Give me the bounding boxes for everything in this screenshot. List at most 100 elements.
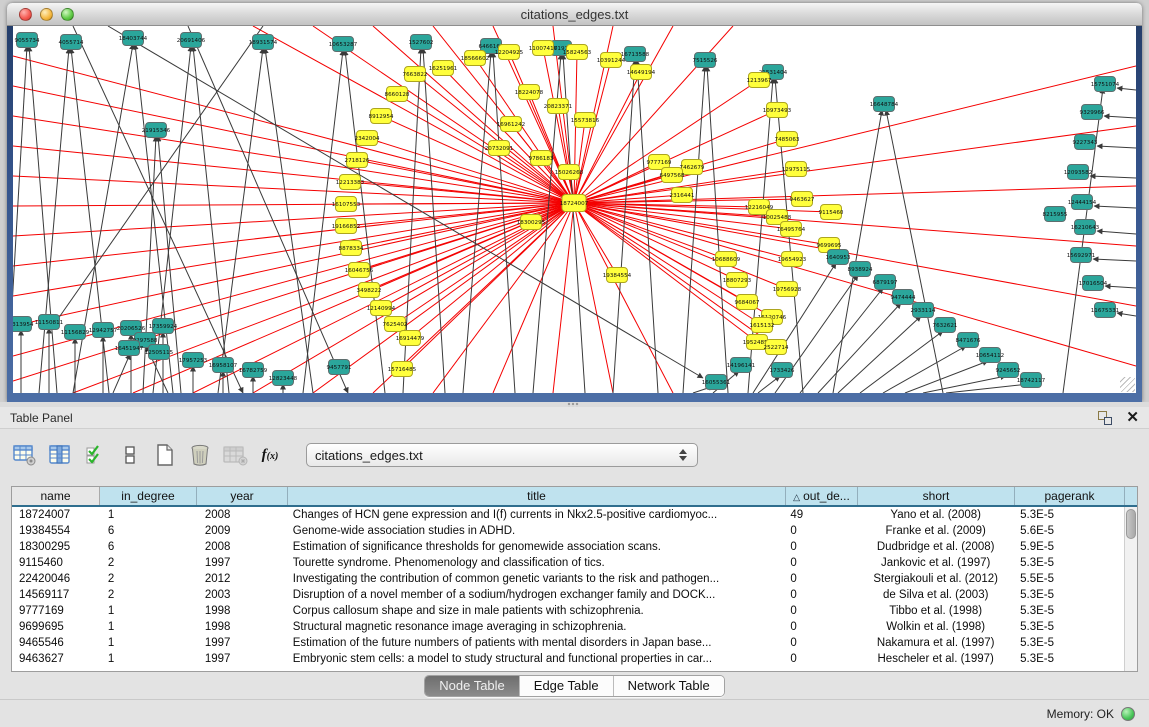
create-column-button[interactable] <box>152 443 178 467</box>
tab-network-table[interactable]: Network Table <box>614 676 724 696</box>
column-header-short[interactable]: short <box>858 487 1015 505</box>
black-edge[interactable] <box>1104 116 1136 118</box>
hub-node[interactable]: 18724007 <box>560 195 589 212</box>
yellow-node[interactable]: 8878334 <box>339 241 364 256</box>
yellow-node[interactable]: 2316441 <box>670 188 695 203</box>
yellow-node[interactable]: 18300295 <box>517 215 546 230</box>
red-edge[interactable] <box>574 203 1136 366</box>
close-panel-icon[interactable]: ✕ <box>1126 411 1139 425</box>
column-header-title[interactable]: title <box>288 487 786 505</box>
teal-node[interactable]: 15692971 <box>1067 248 1096 263</box>
scrollbar-thumb[interactable] <box>1126 509 1136 539</box>
yellow-node[interactable]: 15026268 <box>555 165 584 180</box>
teal-node[interactable]: 11156829 <box>61 325 90 340</box>
function-builder-button[interactable]: f(x) <box>257 443 283 467</box>
yellow-node[interactable]: 16495764 <box>777 222 806 237</box>
yellow-node[interactable]: 1213967 <box>747 73 772 88</box>
yellow-node[interactable]: 9684067 <box>735 295 760 310</box>
column-header-name[interactable]: name <box>12 487 100 505</box>
yellow-node[interactable]: 12975115 <box>782 162 811 177</box>
row-height-button[interactable] <box>117 443 143 467</box>
table-row[interactable]: 1938455462009Genome-wide association stu… <box>12 523 1124 539</box>
black-edge[interactable] <box>818 303 901 393</box>
teal-node[interactable]: 8938924 <box>848 262 873 277</box>
yellow-node[interactable]: 2718126 <box>345 153 370 168</box>
teal-node[interactable]: 16210643 <box>1071 220 1100 235</box>
yellow-node[interactable]: 2342004 <box>355 131 380 146</box>
yellow-node[interactable]: 6497568 <box>660 168 685 183</box>
yellow-node[interactable]: 12140994 <box>367 301 396 316</box>
column-header-pagerank[interactable]: pagerank <box>1015 487 1125 505</box>
tab-edge-table[interactable]: Edge Table <box>520 676 614 696</box>
black-edge[interactable] <box>113 354 130 393</box>
yellow-node[interactable]: 16107553 <box>332 197 361 212</box>
teal-node[interactable]: 4055714 <box>59 35 84 50</box>
teal-node[interactable]: 16958107 <box>209 358 238 373</box>
teal-node[interactable]: 15751074 <box>1091 77 1120 92</box>
red-edge[interactable] <box>253 26 574 203</box>
teal-node[interactable]: 16055361 <box>702 375 731 390</box>
teal-node[interactable]: 9457791 <box>327 360 352 375</box>
black-edge[interactable] <box>860 331 943 393</box>
yellow-node[interactable]: 10973493 <box>763 103 792 118</box>
yellow-node[interactable]: 20823371 <box>544 99 573 114</box>
teal-node[interactable]: 2933114 <box>911 303 936 318</box>
teal-node[interactable]: 12942757 <box>89 323 118 338</box>
teal-node[interactable]: 7515526 <box>693 53 718 68</box>
yellow-node[interactable]: 16251961 <box>429 61 458 76</box>
black-edge[interactable] <box>1105 286 1136 288</box>
black-edge[interactable] <box>1094 206 1136 208</box>
table-select-dropdown[interactable]: citations_edges.txt <box>306 443 698 467</box>
resize-grip[interactable] <box>1120 377 1135 392</box>
teal-node[interactable]: 12505115 <box>145 345 174 360</box>
yellow-node[interactable]: 19166852 <box>332 219 360 234</box>
yellow-node[interactable]: 19384554 <box>603 268 632 283</box>
teal-node[interactable]: 18931574 <box>249 35 278 50</box>
column-header-year[interactable]: year <box>197 487 288 505</box>
yellow-node[interactable]: 11007416 <box>529 41 558 56</box>
black-edge[interactable] <box>886 110 943 393</box>
teal-node[interactable]: 16782759 <box>239 363 268 378</box>
black-edge[interactable] <box>838 316 921 393</box>
teal-node[interactable]: 20691406 <box>177 33 206 48</box>
teal-node[interactable]: 1527602 <box>409 35 434 50</box>
table-row[interactable]: 1456911722003Disruption of a novel membe… <box>12 587 1124 603</box>
red-edge[interactable] <box>574 203 737 280</box>
red-edge[interactable] <box>553 203 574 393</box>
delete-column-button[interactable] <box>187 443 213 467</box>
teal-node[interactable]: 12444154 <box>1068 195 1097 210</box>
teal-node[interactable]: 12093582 <box>1064 165 1092 180</box>
yellow-node[interactable]: 1615132 <box>750 318 775 333</box>
red-edge[interactable] <box>346 203 574 204</box>
window-titlebar[interactable]: citations_edges.txt <box>7 3 1142 26</box>
teal-node[interactable]: 17016504 <box>1079 276 1108 291</box>
black-edge[interactable] <box>683 66 705 393</box>
red-edge[interactable] <box>574 203 726 259</box>
teal-node[interactable]: 17957253 <box>179 353 208 368</box>
table-row[interactable]: 1872400712008Changes of HCN gene express… <box>12 507 1124 523</box>
yellow-node[interactable]: 15824563 <box>563 45 592 60</box>
table-scrollbar[interactable] <box>1124 507 1137 671</box>
table-row[interactable]: 969969511998Structural magnetic resonanc… <box>12 619 1124 635</box>
table-row[interactable]: 946362711997Embryonic stem cells: a mode… <box>12 651 1124 667</box>
teal-node[interactable]: 7632621 <box>933 318 958 333</box>
table-row[interactable]: 1830029562008Estimation of significance … <box>12 539 1124 555</box>
red-edge[interactable] <box>574 80 759 203</box>
teal-node[interactable]: 8471676 <box>956 333 981 348</box>
red-edge[interactable] <box>493 203 574 393</box>
teal-node[interactable]: 10653287 <box>329 37 358 52</box>
teal-node[interactable]: 17359924 <box>149 319 178 334</box>
yellow-node[interactable]: 10391244 <box>597 53 626 68</box>
yellow-node[interactable]: 19654923 <box>778 252 807 267</box>
red-edge[interactable] <box>574 186 1136 203</box>
yellow-node[interactable]: 7485063 <box>775 132 800 147</box>
yellow-node[interactable]: 7663822 <box>403 67 428 82</box>
teal-node[interactable]: 9245652 <box>996 363 1021 378</box>
yellow-node[interactable]: 16914479 <box>396 331 425 346</box>
column-header-in_degree[interactable]: in_degree <box>100 487 197 505</box>
yellow-node[interactable]: 18807293 <box>723 273 752 288</box>
yellow-node[interactable]: 9115460 <box>819 205 844 220</box>
black-edge[interactable] <box>1117 88 1136 90</box>
column-checklist-button[interactable] <box>82 443 108 467</box>
teal-node[interactable]: 18742117 <box>1017 373 1046 388</box>
